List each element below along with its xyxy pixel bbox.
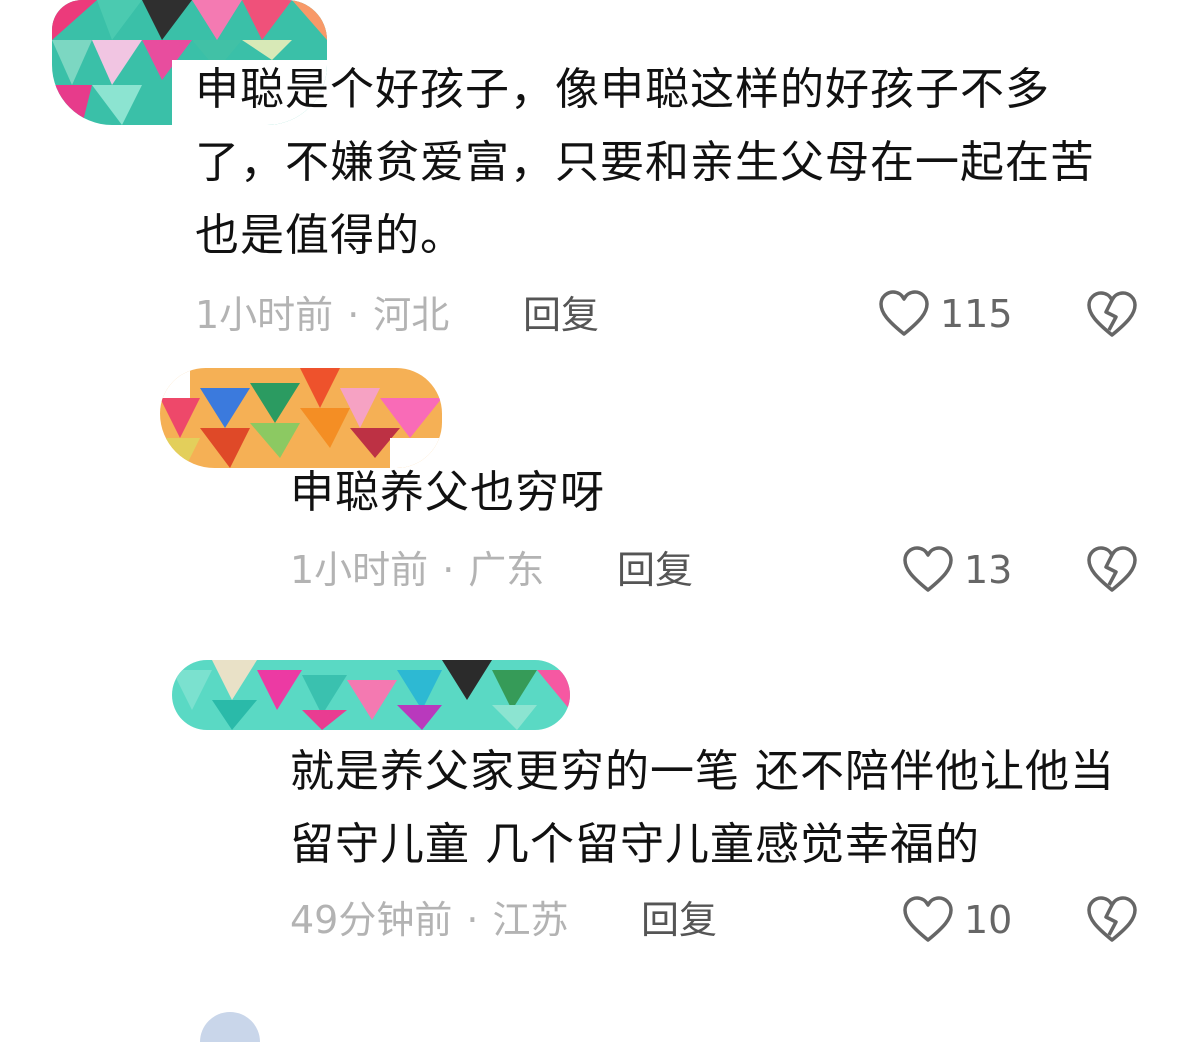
meta-separator: · <box>347 293 360 337</box>
comment-location: 江苏 <box>492 898 569 942</box>
comment-text: 就是养父家更穷的一笔 还不陪伴他让他当留守儿童 几个留守儿童感觉幸福的 <box>290 746 1115 870</box>
reply-button[interactable]: 回复 <box>641 895 717 945</box>
mosaic-pattern <box>160 368 442 468</box>
like-count: 13 <box>964 548 1013 592</box>
avatar[interactable] <box>200 1012 260 1042</box>
mosaic-pattern <box>172 660 570 730</box>
like-button[interactable]: 13 <box>902 544 1012 596</box>
meta-separator: · <box>442 548 455 592</box>
dislike-button[interactable] <box>1086 290 1138 342</box>
censored-username-mosaic <box>160 368 442 468</box>
censored-username-mosaic <box>172 660 570 730</box>
like-button[interactable]: 115 <box>878 288 1013 340</box>
heart-outline-icon <box>903 546 953 592</box>
comment-text: 申聪是个好孩子，像申聪这样的好孩子不多了，不嫌贫爱富，只要和亲生父母在一起在苦也… <box>195 64 1095 261</box>
reply-button[interactable]: 回复 <box>617 545 693 595</box>
comment-time: 1小时前 <box>290 548 429 592</box>
comment-time: 49分钟前 <box>290 898 453 942</box>
broken-heart-icon <box>1087 291 1137 337</box>
meta-separator: · <box>466 898 479 942</box>
comment-text: 申聪养父也穷呀 <box>290 467 605 518</box>
like-button[interactable]: 10 <box>902 894 1012 946</box>
comment-meta: 49分钟前 · 江苏 <box>290 895 568 945</box>
comment-location: 河北 <box>373 293 450 337</box>
comment-time: 1小时前 <box>195 293 334 337</box>
reply-button[interactable]: 回复 <box>523 290 599 340</box>
comment-meta: 1小时前 · 河北 <box>195 290 449 340</box>
broken-heart-icon <box>1087 896 1137 942</box>
comment-location: 广东 <box>468 548 545 592</box>
comment-meta: 1小时前 · 广东 <box>290 545 544 595</box>
heart-outline-icon <box>879 290 929 336</box>
like-count: 10 <box>964 898 1013 942</box>
dislike-button[interactable] <box>1086 895 1138 947</box>
dislike-button[interactable] <box>1086 545 1138 597</box>
broken-heart-icon <box>1087 546 1137 592</box>
heart-outline-icon <box>903 896 953 942</box>
like-count: 115 <box>940 292 1013 336</box>
